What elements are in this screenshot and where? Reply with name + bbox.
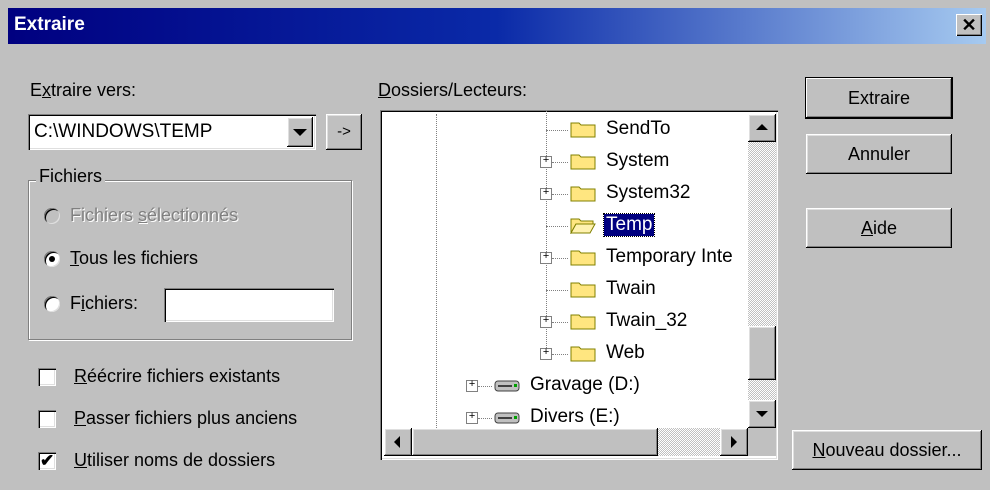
tree-item-label: Divers (E:) bbox=[530, 406, 620, 427]
folder-icon bbox=[570, 346, 596, 362]
open-folder-icon bbox=[570, 218, 596, 234]
radio-files-filter[interactable] bbox=[44, 296, 60, 312]
help-button-mnemonic: A bbox=[860, 218, 873, 238]
new-folder-label: ouveau dossier... bbox=[825, 440, 962, 460]
vertical-scrollbar[interactable] bbox=[748, 114, 776, 428]
expand-icon[interactable]: + bbox=[540, 252, 552, 264]
radio-all-files-label: Tous les fichiers bbox=[70, 248, 199, 268]
dropdown-button[interactable] bbox=[287, 117, 313, 147]
scroll-down-button[interactable] bbox=[748, 400, 776, 428]
folders-label: Dossiers/Lecteurs: bbox=[378, 80, 528, 100]
extract-to-value: C:\WINDOWS\TEMP bbox=[34, 121, 213, 142]
drive-icon bbox=[494, 412, 520, 424]
horizontal-scroll-thumb[interactable] bbox=[412, 428, 658, 456]
tree-item-system32[interactable]: + System32 bbox=[380, 180, 740, 208]
tree-item-label: System bbox=[606, 150, 670, 171]
tree-item-sendto[interactable]: SendTo bbox=[380, 116, 740, 144]
folder-icon bbox=[570, 186, 596, 202]
extract-button[interactable]: Extraire bbox=[806, 78, 952, 118]
arrow-right-icon bbox=[731, 436, 737, 448]
close-icon: ✕ bbox=[961, 15, 977, 35]
radio-selected-files-label: Fichiers sélectionnés bbox=[70, 205, 239, 225]
arrow-up-icon bbox=[756, 124, 768, 130]
tree-item-label: Gravage (D:) bbox=[530, 374, 640, 395]
tree-connector bbox=[546, 226, 568, 227]
tree-item-label: Twain_32 bbox=[606, 310, 688, 331]
arrow-left-icon bbox=[394, 436, 400, 448]
skip-older-checkbox[interactable] bbox=[38, 410, 56, 428]
files-group-legend: Fichiers bbox=[36, 166, 106, 187]
drive-icon bbox=[494, 380, 520, 392]
folder-tree[interactable]: SendTo + System + System32 Temp + Tempor… bbox=[380, 110, 778, 460]
folder-icon bbox=[570, 282, 596, 298]
folder-icon bbox=[570, 250, 596, 266]
tree-connector bbox=[478, 418, 492, 419]
tree-item-system[interactable]: + System bbox=[380, 148, 740, 176]
tree-item-temporary-internet[interactable]: + Temporary Inte bbox=[380, 244, 740, 272]
extract-to-combobox[interactable]: C:\WINDOWS\TEMP bbox=[28, 114, 316, 150]
tree-item-label: Temporary Inte bbox=[606, 246, 733, 267]
expand-icon[interactable]: + bbox=[540, 316, 552, 328]
horizontal-scrollbar[interactable] bbox=[384, 428, 748, 456]
help-button[interactable]: Aide bbox=[806, 208, 952, 248]
cancel-button[interactable]: Annuler bbox=[806, 134, 952, 174]
tree-connector bbox=[546, 130, 568, 131]
tree-item-twain[interactable]: Twain bbox=[380, 276, 740, 304]
tree-connector bbox=[552, 354, 568, 355]
tree-item-label: Twain bbox=[606, 278, 656, 299]
tree-connector bbox=[552, 162, 568, 163]
tree-item-label: SendTo bbox=[606, 118, 671, 139]
expand-icon[interactable]: + bbox=[466, 380, 478, 392]
help-button-label: ide bbox=[872, 218, 898, 238]
vertical-scroll-thumb[interactable] bbox=[748, 326, 776, 380]
scroll-up-button[interactable] bbox=[748, 114, 776, 142]
expand-icon[interactable]: + bbox=[540, 156, 552, 168]
tree-item-web[interactable]: + Web bbox=[380, 340, 740, 368]
radio-dot bbox=[49, 256, 55, 262]
use-folder-names-label: Utiliser noms de dossiers bbox=[74, 450, 276, 470]
files-filter-input[interactable] bbox=[164, 288, 334, 322]
tree-connector bbox=[552, 258, 568, 259]
use-folder-names-checkbox[interactable]: ✔ bbox=[38, 452, 56, 470]
tree-connector bbox=[552, 322, 568, 323]
tree-item-drive-d[interactable]: + Gravage (D:) bbox=[380, 372, 740, 400]
expand-icon[interactable]: + bbox=[466, 412, 478, 424]
extract-to-label: Extraire vers: bbox=[30, 80, 137, 100]
folder-icon bbox=[570, 154, 596, 170]
skip-older-label: Passer fichiers plus anciens bbox=[74, 408, 298, 428]
tree-item-label: Web bbox=[606, 342, 645, 363]
extract-dialog: Extraire ✕ Extraire vers: C:\WINDOWS\TEM… bbox=[0, 0, 990, 490]
overwrite-existing-checkbox[interactable] bbox=[38, 368, 56, 386]
new-folder-mnemonic: N bbox=[812, 440, 826, 460]
tree-connector bbox=[478, 386, 492, 387]
arrow-down-icon bbox=[756, 411, 768, 417]
tree-item-label-selected: Temp bbox=[602, 213, 656, 237]
scrollbar-corner bbox=[748, 428, 776, 456]
scroll-left-button[interactable] bbox=[384, 428, 412, 456]
scroll-right-button[interactable] bbox=[720, 428, 748, 456]
new-folder-button[interactable]: Nouveau dossier... bbox=[792, 430, 982, 470]
radio-selected-files[interactable] bbox=[44, 208, 60, 224]
folder-icon bbox=[570, 314, 596, 330]
expand-icon[interactable]: + bbox=[540, 188, 552, 200]
chevron-down-icon bbox=[293, 129, 307, 136]
tree-item-label: System32 bbox=[606, 182, 691, 203]
radio-files-filter-label: Fichiers: bbox=[70, 293, 139, 313]
tree-connector bbox=[546, 290, 568, 291]
window-title: Extraire bbox=[14, 14, 85, 35]
checkmark-icon: ✔ bbox=[40, 451, 55, 470]
tree-item-temp[interactable]: Temp bbox=[380, 212, 740, 240]
expand-icon[interactable]: + bbox=[540, 348, 552, 360]
goto-folder-button[interactable]: -> bbox=[326, 114, 362, 150]
overwrite-existing-label: Réécrire fichiers existants bbox=[74, 366, 281, 386]
tree-item-twain32[interactable]: + Twain_32 bbox=[380, 308, 740, 336]
close-button[interactable]: ✕ bbox=[956, 14, 982, 36]
title-bar[interactable]: Extraire ✕ bbox=[8, 8, 986, 44]
folder-icon bbox=[570, 122, 596, 138]
radio-all-files[interactable] bbox=[44, 251, 60, 267]
tree-connector bbox=[552, 194, 568, 195]
